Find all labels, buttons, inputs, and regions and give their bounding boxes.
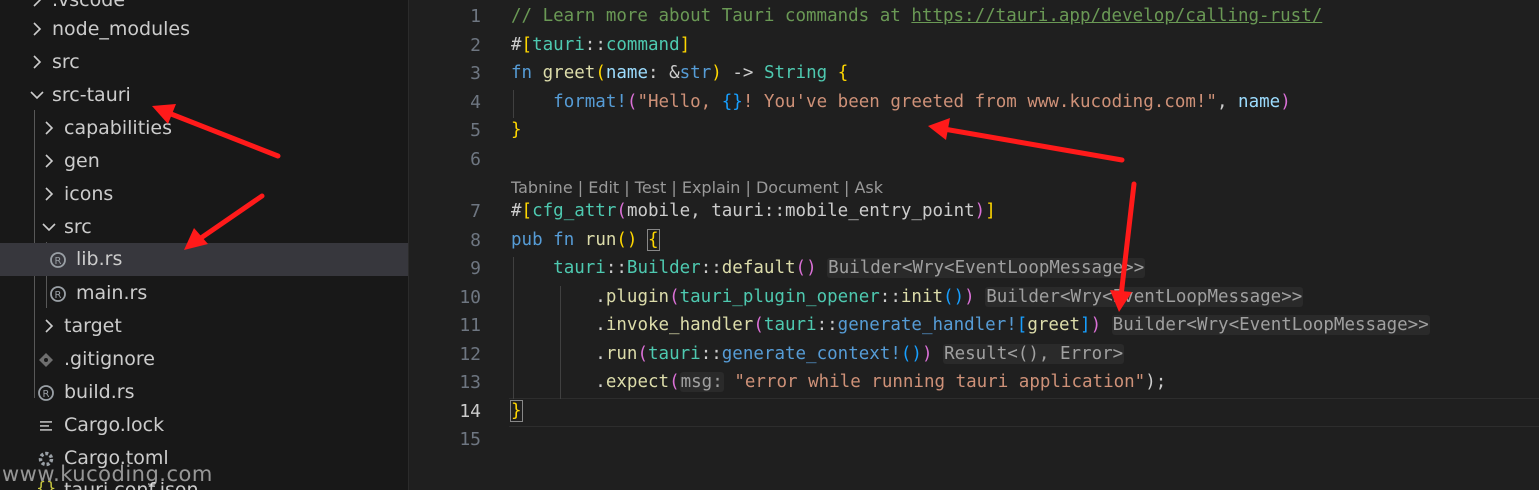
red-arrow [184, 193, 265, 250]
red-arrow [1110, 181, 1137, 312]
annotation-arrows [152, 104, 1137, 312]
red-arrow [928, 118, 1125, 163]
red-arrow [152, 104, 281, 159]
